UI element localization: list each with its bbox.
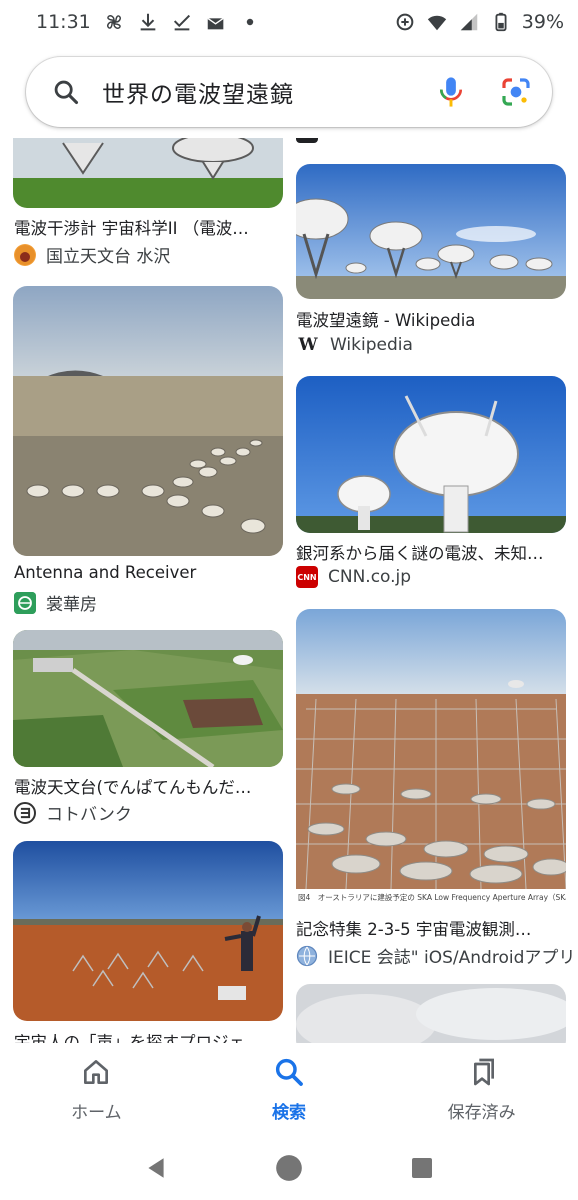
home-icon — [84, 1059, 109, 1084]
naoj-icon — [14, 243, 36, 266]
search-bar[interactable]: 世界の電波望遠鏡 — [26, 57, 552, 127]
lens-icon[interactable] — [500, 76, 532, 108]
result-title[interactable]: 宇宙人の「声」を探すプロジェ… — [14, 1029, 279, 1043]
result-thumbnail[interactable] — [296, 984, 566, 1043]
battery-percent: 39% — [521, 11, 564, 33]
result-title[interactable]: 銀河系から届く謎の電波、未知… — [296, 540, 568, 564]
result-thumbnail[interactable] — [296, 376, 566, 533]
result-thumbnail[interactable] — [13, 138, 283, 208]
nav-saved-label: 保存済み — [447, 1102, 516, 1123]
mic-icon[interactable] — [436, 75, 466, 109]
dot-icon — [239, 11, 261, 33]
data-saver-icon — [394, 11, 416, 33]
square-icon — [411, 1157, 432, 1178]
circle-icon — [276, 1154, 302, 1181]
result-title[interactable]: 電波望遠鏡 - Wikipedia — [296, 307, 561, 331]
battery-icon — [490, 11, 512, 33]
result-title[interactable]: 記念特集 2-3-5 宇宙電波観測… — [296, 916, 561, 940]
nav-search[interactable]: 検索 — [193, 1043, 386, 1135]
cnn-icon: CNN — [296, 566, 318, 588]
recents-button[interactable] — [407, 1153, 437, 1183]
result-thumbnail[interactable] — [13, 630, 283, 767]
result-title[interactable]: 電波天文台(でんぱてんもんだ… — [14, 774, 279, 798]
system-navigation-bar — [0, 1135, 578, 1200]
status-time: 11:31 — [36, 11, 91, 33]
signal-icon — [458, 11, 480, 33]
result-thumbnail[interactable] — [13, 286, 283, 556]
search-icon — [54, 80, 79, 105]
nav-home[interactable]: ホーム — [0, 1043, 193, 1135]
search-input[interactable]: 世界の電波望遠鏡 — [102, 75, 436, 109]
result-source[interactable]: 国立天文台 水沢 — [14, 242, 170, 267]
figure-caption: 図4 オーストラリアに建設予定の SKA Low Frequency Apert… — [298, 892, 566, 902]
fan-icon — [103, 11, 125, 33]
result-source[interactable]: コトバンク — [14, 800, 132, 825]
kotobank-icon — [14, 801, 36, 824]
wikipedia-icon: W — [296, 334, 320, 356]
result-source[interactable]: 裳華房 — [14, 590, 97, 615]
shokabo-icon — [14, 591, 36, 614]
result-thumbnail[interactable] — [13, 841, 283, 1021]
nav-home-label: ホーム — [71, 1102, 122, 1123]
result-thumbnail[interactable]: 図4 オーストラリアに建設予定の SKA Low Frequency Apert… — [296, 609, 566, 911]
result-source-partial — [296, 138, 318, 144]
result-title[interactable]: 電波干渉計 宇宙科学II （電波… — [14, 215, 279, 239]
back-icon — [148, 1157, 164, 1178]
nav-search-label: 検索 — [272, 1102, 306, 1123]
mail-icon — [205, 11, 227, 33]
result-source[interactable]: W Wikipedia — [296, 334, 413, 356]
status-bar: 11:31 39% — [0, 0, 578, 44]
home-button[interactable] — [274, 1153, 304, 1183]
result-title[interactable]: Antenna and Receiver — [14, 563, 279, 582]
result-source[interactable]: IEICE 会誌" iOS/Androidアプリ — [296, 943, 578, 968]
bottom-navigation: ホーム 検索 保存済み — [0, 1043, 578, 1135]
image-results-grid: 電波干渉計 宇宙科学II （電波… 国立天文台 水沢 Antenna and R… — [0, 138, 578, 1043]
collections-icon — [473, 1058, 494, 1085]
result-thumbnail[interactable] — [296, 164, 566, 299]
nav-saved[interactable]: 保存済み — [385, 1043, 578, 1135]
download-icon — [137, 11, 159, 33]
back-button[interactable] — [141, 1153, 171, 1183]
ieice-icon — [296, 944, 318, 967]
search-icon — [275, 1058, 303, 1086]
result-source[interactable]: CNN CNN.co.jp — [296, 566, 411, 588]
wifi-icon — [426, 11, 448, 33]
favicon-icon — [296, 138, 318, 143]
check-icon — [171, 11, 193, 33]
